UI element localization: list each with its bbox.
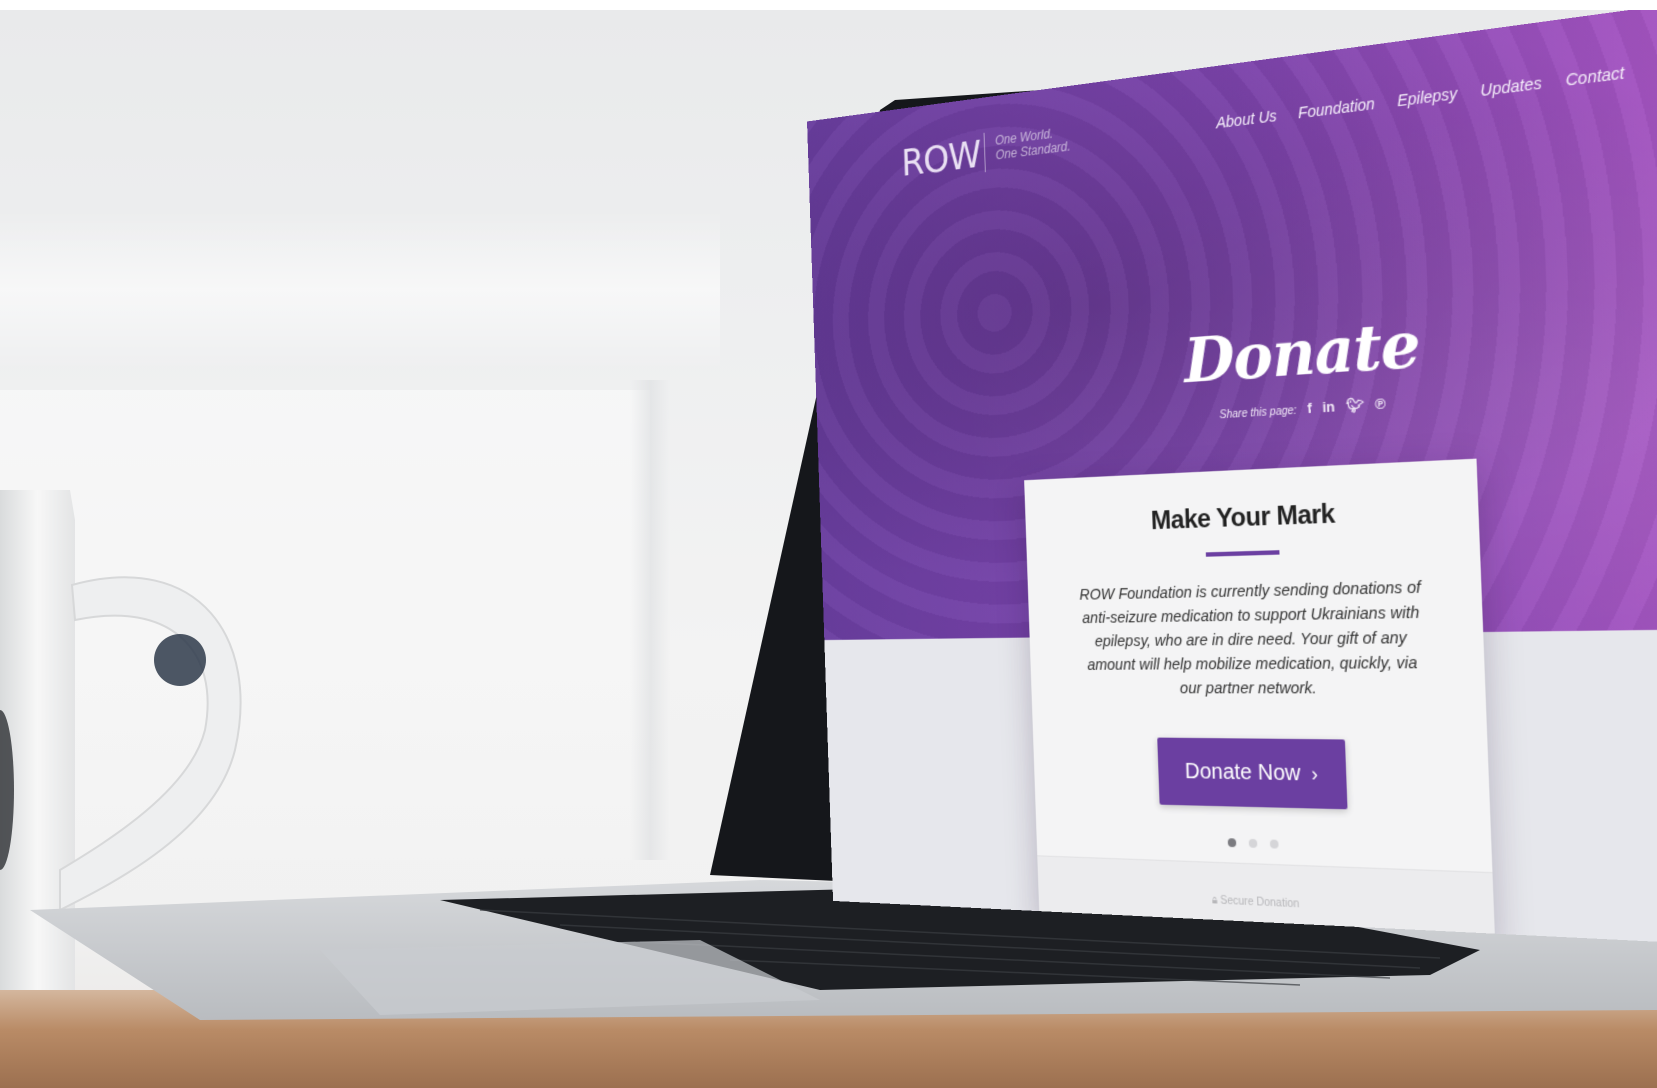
twitter-icon[interactable]: 🐦︎	[1345, 396, 1364, 415]
pinterest-icon[interactable]: ℗	[1374, 395, 1385, 413]
photo-scene: ROW One World. One Standard. About Us Fo…	[0, 10, 1657, 1088]
donate-now-button[interactable]: Donate Now ›	[1157, 737, 1348, 810]
site-tagline: One World. One Standard.	[995, 124, 1071, 162]
laptop-screen: ROW One World. One Standard. About Us Fo…	[780, 10, 1657, 956]
nav-about-us[interactable]: About Us	[1216, 107, 1277, 132]
linkedin-icon[interactable]: in	[1322, 398, 1335, 416]
wall-molding	[0, 210, 720, 370]
nav-foundation[interactable]: Foundation	[1298, 94, 1375, 121]
chevron-right-icon: ›	[1310, 762, 1319, 786]
nav-contact[interactable]: Contact	[1565, 63, 1624, 89]
card-description: ROW Foundation is currently sending dona…	[1079, 579, 1421, 698]
card-title: Make Your Mark	[1150, 499, 1336, 536]
nav-epilepsy[interactable]: Epilepsy	[1397, 84, 1458, 110]
carousel-dot-2[interactable]	[1248, 838, 1258, 848]
web-page: ROW One World. One Standard. About Us Fo…	[807, 10, 1657, 956]
carousel-dots	[1036, 827, 1492, 862]
wall-molding-vertical	[630, 380, 670, 860]
donation-card: Make Your Mark ROW Foundation is current…	[1024, 458, 1496, 946]
logo-divider	[983, 132, 986, 173]
carousel-dot-3[interactable]	[1270, 839, 1280, 849]
carousel-dot-1[interactable]	[1227, 838, 1236, 848]
nav-updates[interactable]: Updates	[1480, 73, 1542, 99]
row-logo[interactable]: ROW	[901, 133, 981, 185]
donate-now-label: Donate Now	[1184, 759, 1302, 786]
title-underline	[1205, 550, 1280, 557]
facebook-icon[interactable]: f	[1307, 399, 1312, 416]
